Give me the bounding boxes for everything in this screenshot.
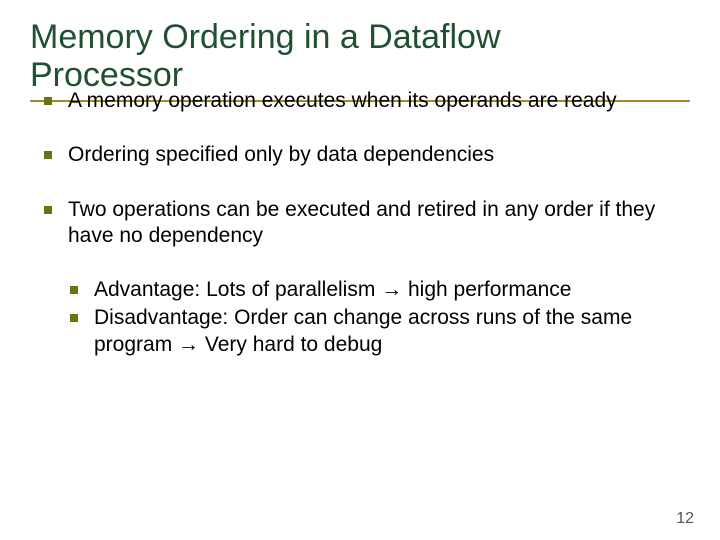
title-line-1: Memory Ordering in a Dataflow	[30, 18, 501, 56]
page-number: 12	[676, 510, 694, 528]
bullet-item: Advantage: Lots of parallelism → high pe…	[68, 277, 690, 303]
bullet-item: Two operations can be executed and retir…	[42, 197, 690, 250]
bullet-list: A memory operation executes when its ope…	[42, 88, 690, 386]
page-number-text: 12	[676, 510, 694, 527]
bullet-text: Ordering specified only by data dependen…	[68, 143, 494, 166]
bullet-item: Ordering specified only by data dependen…	[42, 142, 690, 168]
bullet-text: Disadvantage: Order can change across ru…	[94, 306, 632, 355]
bullet-text: A memory operation executes when its ope…	[68, 89, 617, 112]
bullet-item: Disadvantage: Order can change across ru…	[68, 305, 690, 358]
slide: Memory Ordering in a Dataflow Processor …	[0, 0, 720, 540]
bullet-text: Two operations can be executed and retir…	[68, 198, 655, 247]
bullet-text: Advantage: Lots of parallelism → high pe…	[94, 278, 571, 301]
bullet-group: Advantage: Lots of parallelism → high pe…	[42, 277, 690, 358]
slide-title: Memory Ordering in a Dataflow Processor	[30, 18, 690, 98]
bullet-item: A memory operation executes when its ope…	[42, 88, 690, 114]
